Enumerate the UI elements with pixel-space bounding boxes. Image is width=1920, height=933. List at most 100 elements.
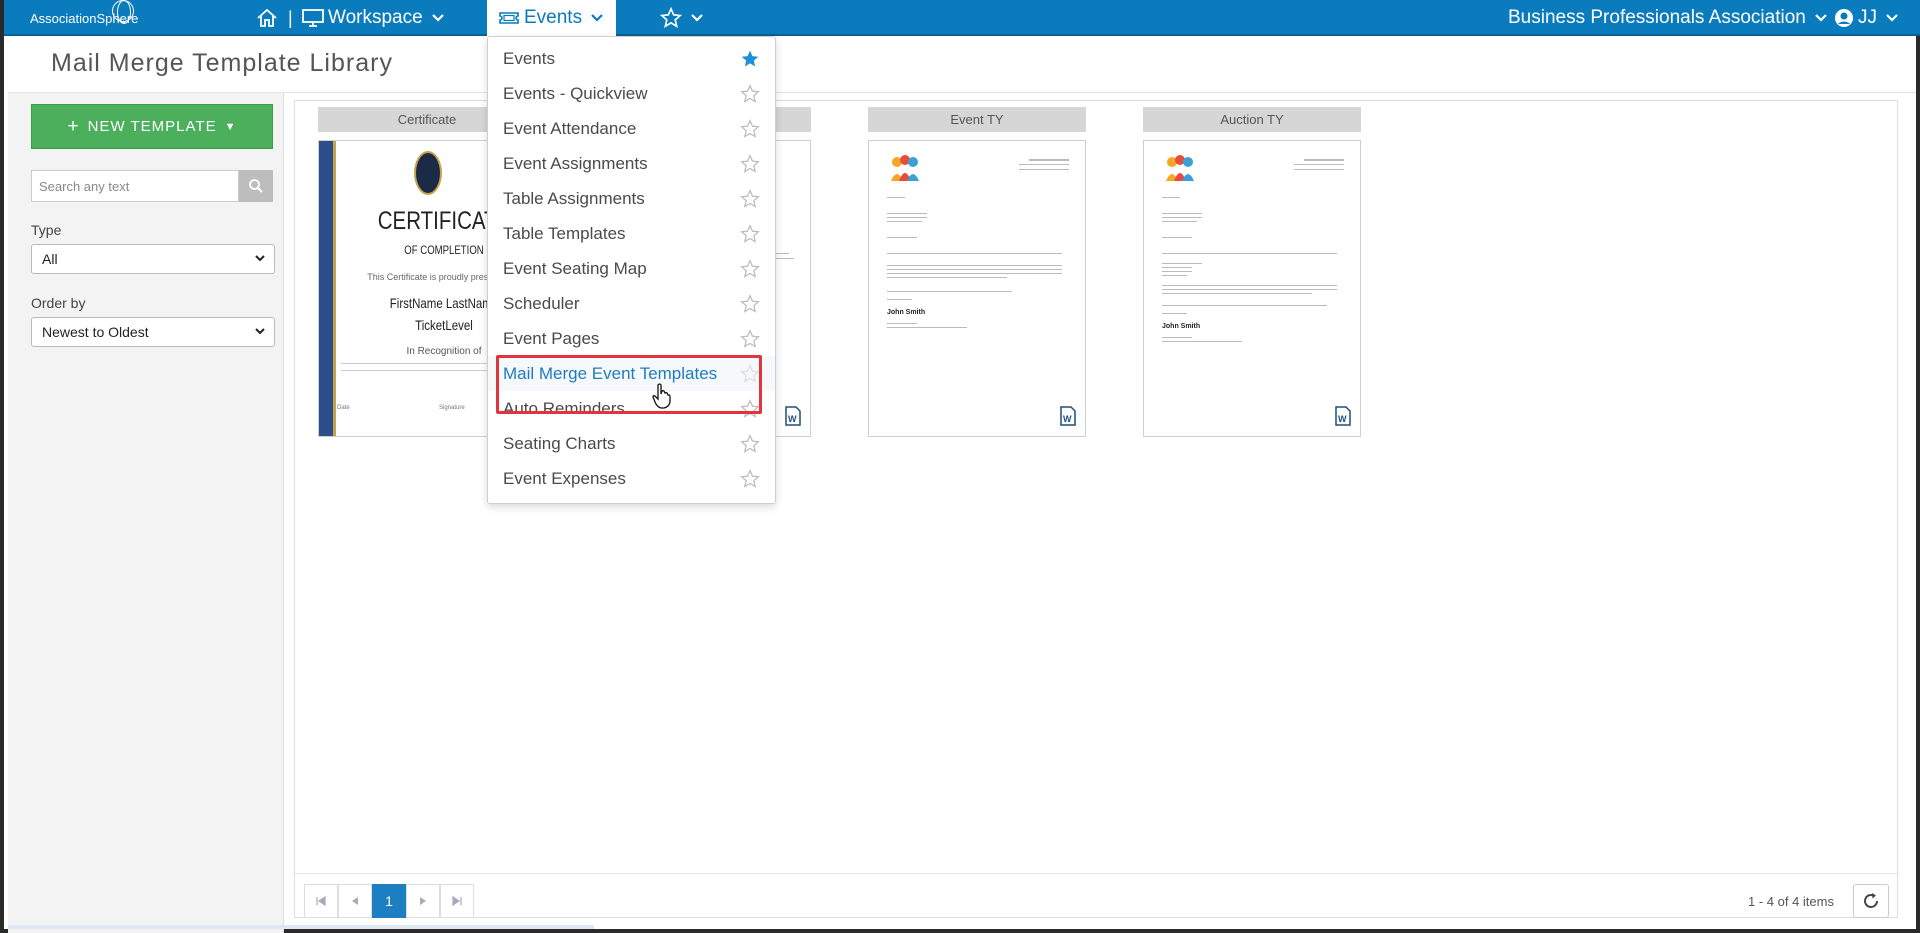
order-by-value: Newest to Oldest [42, 324, 149, 340]
organization-menu[interactable]: Business Professionals Association [1508, 0, 1828, 36]
signer-name: John Smith [887, 309, 926, 316]
text-line [887, 213, 927, 214]
template-title: Auction TY [1143, 107, 1361, 132]
menu-item-label: Table Assignments [503, 188, 645, 208]
menu-item-label: Scheduler [503, 293, 580, 313]
menu-item-event-expenses[interactable]: Event Expenses [488, 461, 775, 496]
first-page-button[interactable] [304, 884, 338, 918]
last-page-button[interactable] [440, 884, 474, 918]
text-line [1294, 169, 1344, 170]
word-document-icon: W [1060, 406, 1076, 426]
type-select[interactable]: All [31, 244, 275, 274]
certificate-border [319, 141, 333, 436]
text-line [887, 277, 1007, 278]
text-line [1162, 197, 1180, 198]
text-line [887, 327, 967, 328]
text-line [1019, 164, 1069, 165]
favorites-menu[interactable] [660, 0, 704, 36]
association-sphere-logo[interactable]: AssociationSphere [30, 0, 140, 32]
page-number-button[interactable]: 1 [372, 884, 406, 918]
menu-item-event-pages[interactable]: Event Pages [488, 321, 775, 356]
menu-item-label: Events [503, 48, 555, 68]
previous-page-button[interactable] [338, 884, 372, 918]
pager-divider [295, 873, 1897, 874]
home-icon [257, 8, 277, 27]
text-line [887, 221, 922, 222]
people-logo-icon [891, 155, 919, 181]
text-line [887, 265, 1062, 266]
chevron-down-icon [431, 14, 444, 22]
text-line [341, 370, 506, 371]
text-line [887, 197, 905, 198]
menu-item-label: Event Attendance [503, 118, 637, 138]
text-line [1162, 293, 1312, 294]
menu-item-event-attendance[interactable]: Event Attendance [488, 111, 775, 146]
menu-item-event-assignments[interactable]: Event Assignments [488, 146, 775, 181]
text-line [1162, 305, 1327, 306]
menu-item-label: Table Templates [503, 223, 626, 243]
next-page-button[interactable] [406, 884, 440, 918]
text-line [1162, 285, 1337, 286]
star-outline-icon[interactable] [740, 154, 760, 174]
menu-item-table-assignments[interactable]: Table Assignments [488, 181, 775, 216]
star-filled-icon[interactable] [740, 49, 760, 69]
text-line [887, 291, 1012, 292]
text-line [1162, 341, 1242, 342]
text-line [887, 237, 917, 238]
refresh-icon [1864, 893, 1878, 908]
events-dropdown-menu: Events Events - Quickview Event Attendan… [487, 36, 776, 504]
star-outline-icon[interactable] [740, 259, 760, 279]
menu-item-event-seating-map[interactable]: Event Seating Map [488, 251, 775, 286]
text-line [887, 217, 927, 218]
menu-item-label: Event Expenses [503, 468, 626, 488]
menu-item-seating-charts[interactable]: Seating Charts [488, 426, 775, 461]
chevron-down-icon [591, 14, 603, 22]
search-button[interactable] [239, 170, 273, 202]
menu-item-label: Events - Quickview [503, 83, 648, 103]
home-button[interactable] [256, 0, 278, 36]
search-icon [249, 179, 263, 193]
menu-item-scheduler[interactable]: Scheduler [488, 286, 775, 321]
organization-name: Business Professionals Association [1508, 7, 1806, 28]
text-line [1162, 271, 1192, 272]
svg-text:W: W [1063, 414, 1072, 424]
text-line [1294, 164, 1344, 165]
loading-bar [8, 925, 594, 929]
filter-sidebar [8, 93, 284, 933]
star-outline-icon[interactable] [740, 119, 760, 139]
star-outline-icon[interactable] [740, 224, 760, 244]
menu-item-label: Event Pages [503, 328, 600, 348]
ticket-icon [499, 12, 519, 24]
word-document-icon: W [1335, 406, 1351, 426]
new-template-button[interactable]: + NEW TEMPLATE ▼ [31, 104, 273, 149]
events-label: Events [524, 7, 583, 28]
template-card-auction-ty[interactable]: John Smith W [1143, 140, 1361, 437]
text-line [1162, 213, 1202, 214]
template-card-event-ty[interactable]: John Smith W [868, 140, 1086, 437]
refresh-button[interactable] [1853, 884, 1889, 918]
star-outline-icon[interactable] [740, 434, 760, 454]
text-line [1029, 159, 1069, 161]
star-outline-icon[interactable] [740, 329, 760, 349]
text-line [1162, 275, 1187, 276]
user-menu[interactable]: JJ [1834, 0, 1899, 36]
star-outline-icon[interactable] [740, 189, 760, 209]
text-line [1162, 313, 1187, 314]
svg-text:W: W [1338, 414, 1347, 424]
star-outline-icon[interactable] [740, 294, 760, 314]
text-line [887, 253, 1062, 254]
text-line [341, 363, 506, 364]
search-input[interactable]: Search any text [31, 170, 239, 202]
order-by-select[interactable]: Newest to Oldest [31, 317, 275, 347]
workspace-menu[interactable]: Workspace [302, 0, 445, 36]
star-outline-icon[interactable] [740, 469, 760, 489]
menu-item-events-quickview[interactable]: Events - Quickview [488, 76, 775, 111]
menu-item-events[interactable]: Events [488, 41, 775, 76]
star-outline-icon[interactable] [740, 84, 760, 104]
people-logo-icon [1166, 155, 1194, 181]
text-line [887, 269, 1062, 270]
globe-icon [112, 0, 134, 24]
events-menu-tab[interactable]: Events [487, 0, 617, 36]
menu-item-table-templates[interactable]: Table Templates [488, 216, 775, 251]
highlight-box [496, 355, 762, 414]
